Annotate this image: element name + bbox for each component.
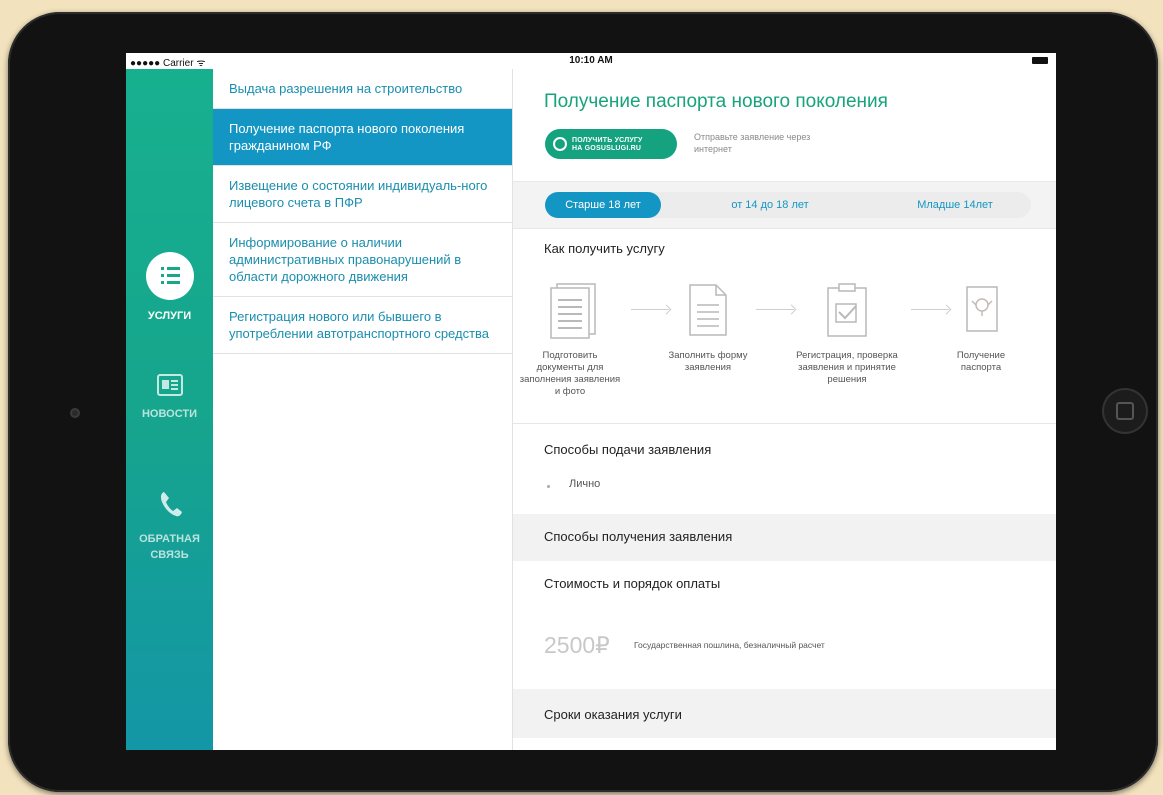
receive-methods-title: Способы получения заявления: [544, 529, 733, 544]
age-tabs-bar: Старше 18 лет от 14 до 18 лет Младше 14л…: [513, 181, 1056, 229]
battery-icon: [1032, 57, 1048, 64]
list-item-label: Выдача разрешения на строительство: [229, 81, 463, 96]
clipboard-check-icon: [826, 282, 868, 343]
nav-label-news: НОВОСТИ: [141, 408, 198, 420]
documents-icon: [548, 282, 598, 345]
gosuslugi-button[interactable]: ПОЛУЧИТЬ УСЛУГУ НА GOSUSLUGI.RU: [545, 129, 677, 159]
nav-label-feedback: ОБРАТНАЯ СВЯЗЬ: [139, 533, 200, 561]
services-list: Выдача разрешения на строительство Получ…: [213, 69, 513, 750]
step-label: Регистрация, проверка заявления и принят…: [796, 350, 898, 385]
form-icon: [688, 283, 728, 342]
arrow-right-icon: [661, 304, 672, 315]
receive-methods-row[interactable]: Способы получения заявления: [513, 514, 1056, 561]
list-item-label: Информирование о наличии административны…: [229, 235, 462, 284]
bullet-icon: [547, 485, 550, 488]
step-label: Получение паспорта: [956, 350, 1006, 373]
list-item[interactable]: Извещение о состоянии индивидуаль-ного л…: [213, 166, 512, 223]
price-note: Государственная пошлина, безналичный рас…: [634, 640, 825, 650]
list-item-label: Получение паспорта нового поколения граж…: [229, 121, 465, 153]
gosuslugi-note: Отправьте заявление через интернет: [694, 132, 811, 154]
clock: 10:10 AM: [569, 55, 613, 66]
main-nav-rail: УСЛУГИ НОВОСТИ ОБРАТНАЯ СВЯЗЬ: [126, 69, 213, 750]
step-label: Заполнить форму заявления: [668, 350, 748, 373]
step-label: Подготовить документы для заполнения зая…: [519, 350, 621, 397]
gosuslugi-button-line1: ПОЛУЧИТЬ УСЛУГУ: [572, 137, 643, 144]
submit-method-item: Лично: [569, 478, 601, 490]
cost-title: Стоимость и порядок оплаты: [544, 576, 721, 591]
list-item-label: Извещение о состоянии индивидуаль-ного л…: [229, 178, 488, 210]
list-item[interactable]: Выдача разрешения на строительство: [213, 69, 512, 109]
tab-under-14[interactable]: Младше 14лет: [885, 192, 1025, 218]
front-camera: [70, 408, 80, 418]
status-bar: ●●●●● Carrier ᯤ 10:10 AM: [126, 53, 1056, 69]
arrow-right-icon: [941, 304, 952, 315]
nav-item-feedback[interactable]: ОБРАТНАЯ СВЯЗЬ: [126, 489, 213, 563]
app-screen: ●●●●● Carrier ᯤ 10:10 AM УСЛУГИ НОВОСТИ …: [126, 53, 1056, 750]
submit-methods-title: Способы подачи заявления: [544, 442, 712, 457]
service-detail: Получение паспорта нового поколения ПОЛУ…: [513, 69, 1056, 750]
gosuslugi-logo-icon: [553, 137, 567, 151]
passport-icon: [965, 285, 999, 338]
nav-item-services[interactable]: УСЛУГИ: [126, 252, 213, 324]
nav-label-services: УСЛУГИ: [147, 310, 192, 322]
list-icon: [145, 252, 194, 300]
arrow-right-icon: [786, 304, 797, 315]
terms-title: Сроки оказания услуги: [544, 707, 682, 722]
newspaper-icon: [156, 374, 183, 396]
price-value: 2500₽: [544, 632, 610, 658]
terms-row[interactable]: Сроки оказания услуги: [513, 689, 1056, 738]
page-title: Получение паспорта нового поколения: [544, 91, 888, 112]
home-button-square: [1116, 402, 1134, 420]
tab-14-to-18[interactable]: от 14 до 18 лет: [695, 192, 845, 218]
how-to-title: Как получить услугу: [544, 241, 665, 256]
age-segmented-control: Старше 18 лет от 14 до 18 лет Младше 14л…: [545, 192, 1031, 218]
nav-item-news[interactable]: НОВОСТИ: [126, 374, 213, 422]
list-item[interactable]: Регистрация нового или бывшего в употреб…: [213, 297, 512, 354]
phone-icon: [157, 489, 183, 519]
list-item-label: Регистрация нового или бывшего в употреб…: [229, 309, 490, 341]
list-item[interactable]: Информирование о наличии административны…: [213, 223, 512, 297]
gosuslugi-button-line2: НА GOSUSLUGI.RU: [572, 145, 642, 152]
home-button[interactable]: [1102, 388, 1148, 434]
tab-over-18[interactable]: Старше 18 лет: [545, 192, 661, 218]
divider: [513, 423, 1056, 424]
list-item-selected[interactable]: Получение паспорта нового поколения граж…: [213, 109, 512, 166]
